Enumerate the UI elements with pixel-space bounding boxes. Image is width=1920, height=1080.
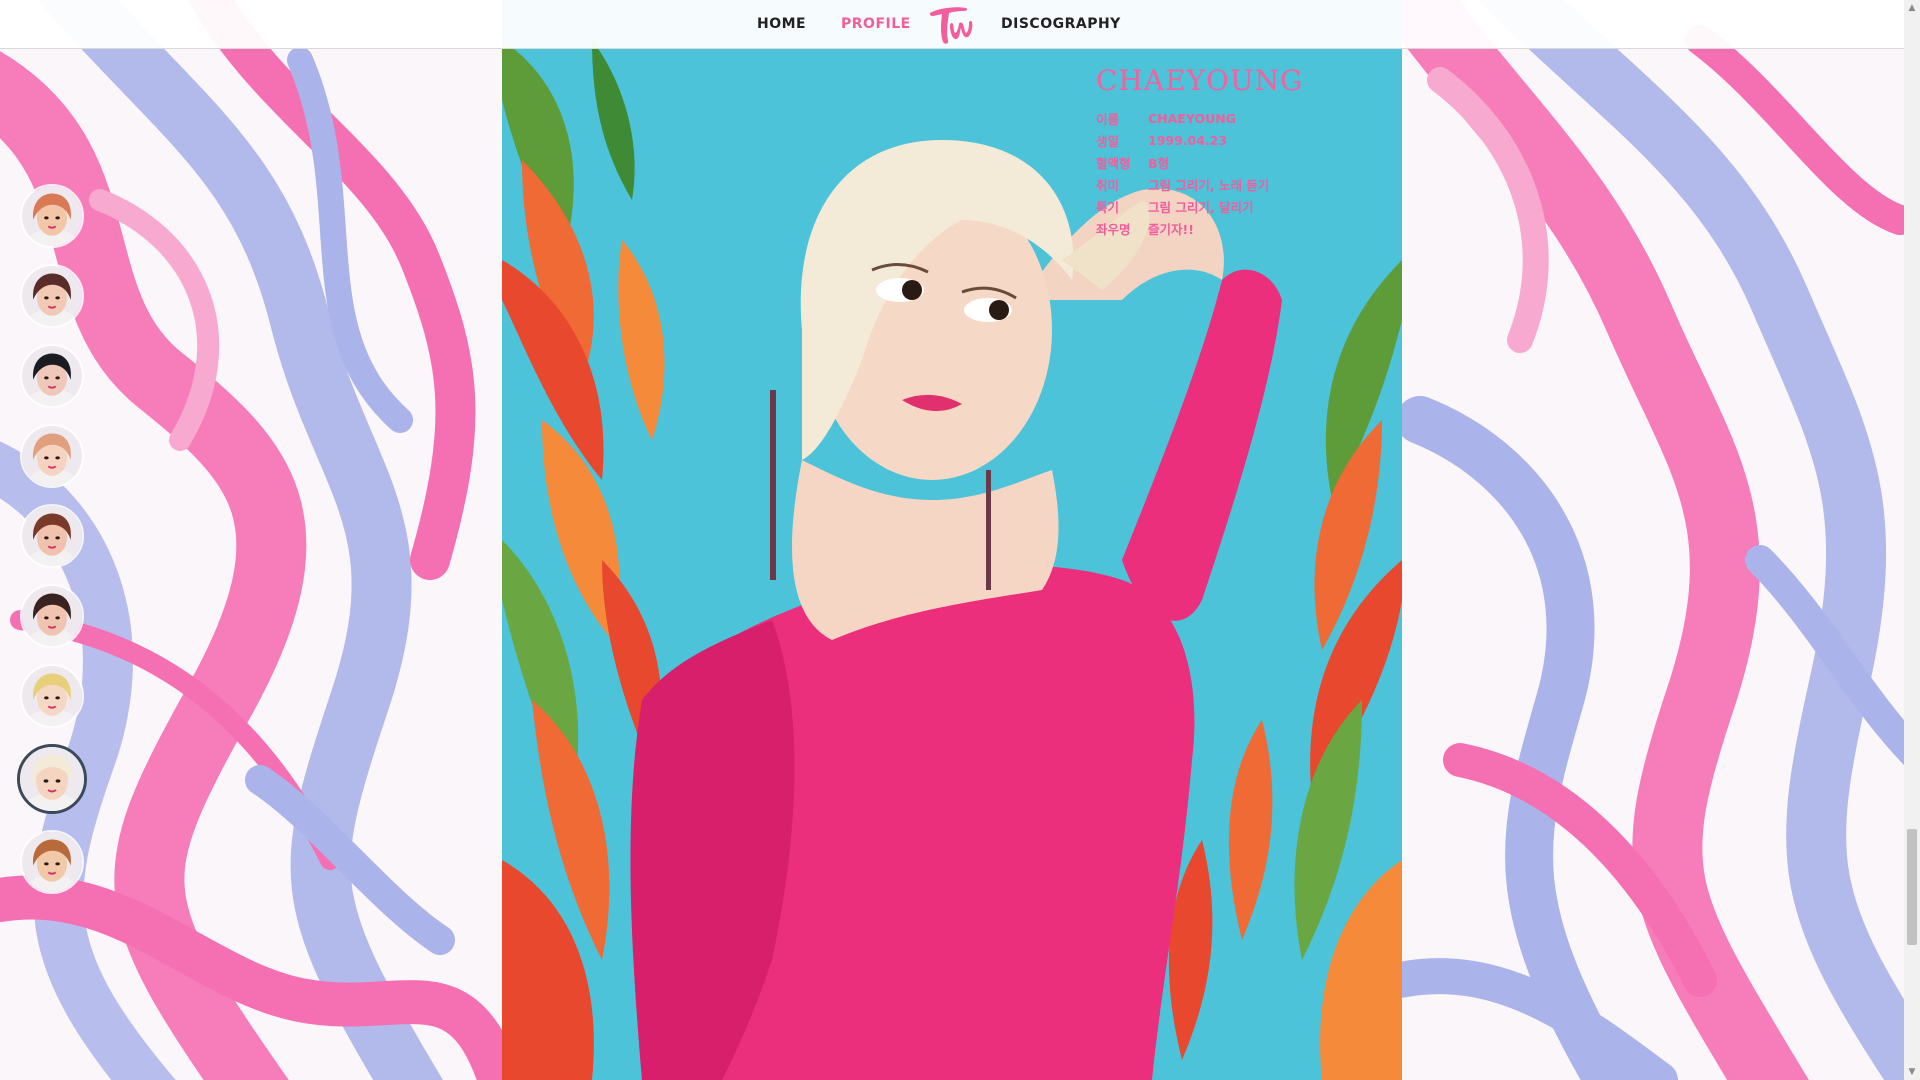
profile-key: 혈액형 bbox=[1096, 155, 1131, 171]
avatar-portrait-icon bbox=[22, 426, 82, 486]
profile-row-hobby: 취미 그림 그리기, 노래 듣기 bbox=[1096, 173, 1303, 195]
twice-logo-icon[interactable] bbox=[926, 2, 976, 48]
top-navigation-bar: HOME PROFILE DISCOGRAPHY bbox=[0, 0, 1904, 49]
avatar-portrait-icon bbox=[20, 747, 84, 811]
profile-key: 취미 bbox=[1096, 177, 1120, 193]
scrollbar-thumb[interactable] bbox=[1907, 829, 1917, 945]
profile-key: 좌우명 bbox=[1096, 221, 1131, 237]
member-avatar-3[interactable] bbox=[20, 344, 84, 408]
profile-value: CHAEYOUNG bbox=[1148, 110, 1236, 126]
avatar-portrait-icon bbox=[22, 586, 82, 646]
member-avatar-9[interactable] bbox=[20, 830, 84, 894]
profile-value: 그림 그리기, 노래 듣기 bbox=[1148, 177, 1270, 193]
profile-row-blood-type: 혈액형 B형 bbox=[1096, 151, 1303, 173]
scroll-down-arrow-icon[interactable]: ▼ bbox=[1904, 1064, 1920, 1080]
avatar-portrait-icon bbox=[22, 266, 82, 326]
profile-key: 생일 bbox=[1096, 133, 1120, 149]
page-scrollbar[interactable]: ▲ ▼ bbox=[1904, 0, 1920, 1080]
avatar-portrait-icon bbox=[22, 506, 82, 566]
nav-home-link[interactable]: HOME bbox=[757, 16, 806, 32]
profile-info-card: CHAEYOUNG 이름 CHAEYOUNG 생일 1999.04.23 혈액형… bbox=[1096, 64, 1303, 239]
profile-row-skill: 특기 그림 그리기, 달리기 bbox=[1096, 195, 1303, 217]
profile-row-birthday: 생일 1999.04.23 bbox=[1096, 129, 1303, 151]
member-avatar-1[interactable] bbox=[20, 184, 84, 248]
member-avatar-list bbox=[17, 184, 87, 910]
profile-value: B형 bbox=[1148, 155, 1170, 171]
avatar-portrait-icon bbox=[22, 832, 82, 892]
member-avatar-2[interactable] bbox=[20, 264, 84, 328]
member-avatar-6[interactable] bbox=[20, 584, 84, 648]
profile-key: 특기 bbox=[1096, 199, 1120, 215]
scroll-up-arrow-icon[interactable]: ▲ bbox=[1904, 0, 1920, 16]
avatar-portrait-icon bbox=[22, 186, 82, 246]
avatar-portrait-icon bbox=[22, 346, 82, 406]
member-avatar-7[interactable] bbox=[20, 664, 84, 728]
profile-key: 이름 bbox=[1096, 111, 1120, 127]
profile-value: 즐기자!! bbox=[1148, 221, 1194, 237]
avatar-portrait-icon bbox=[22, 666, 82, 726]
nav-discography-link[interactable]: DISCOGRAPHY bbox=[1001, 16, 1121, 32]
profile-value: 1999.04.23 bbox=[1148, 132, 1228, 148]
member-avatar-8[interactable] bbox=[17, 744, 87, 814]
nav-profile-link[interactable]: PROFILE bbox=[841, 16, 911, 32]
profile-name-title: CHAEYOUNG bbox=[1096, 64, 1304, 97]
member-avatar-4[interactable] bbox=[20, 424, 84, 488]
profile-row-name: 이름 CHAEYOUNG bbox=[1096, 107, 1303, 129]
profile-value: 그림 그리기, 달리기 bbox=[1148, 199, 1254, 215]
member-avatar-5[interactable] bbox=[20, 504, 84, 568]
profile-row-motto: 좌우명 즐기자!! bbox=[1096, 217, 1303, 239]
